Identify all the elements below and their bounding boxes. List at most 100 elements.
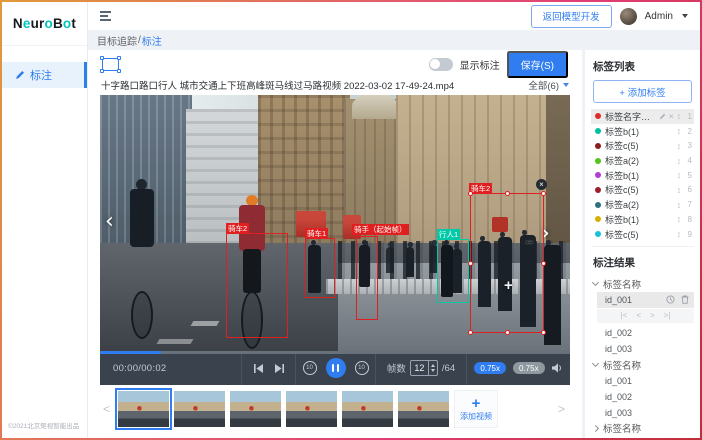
resize-handle[interactable] (468, 261, 473, 266)
tag-row[interactable]: 标签b(1) ↕ 2 (591, 124, 694, 139)
forward-10-icon[interactable]: 10 (355, 361, 369, 375)
speed-pill-secondary[interactable]: 0.75x (513, 362, 545, 374)
bbox-label[interactable]: 骑手（起始帧） (352, 224, 409, 235)
video-thumbnail[interactable] (118, 391, 169, 427)
sort-icon[interactable]: ↕ (677, 200, 681, 210)
bbox-tool-icon[interactable] (102, 58, 119, 71)
pause-button[interactable] (326, 358, 346, 378)
bbox-pedestrian1[interactable] (437, 239, 469, 303)
video-thumbnail[interactable] (230, 391, 281, 427)
pagination-prev-icon[interactable]: < (636, 311, 641, 320)
collapse-menu-icon[interactable] (100, 11, 111, 21)
tag-row[interactable]: 标签b(1) ↕ 8 (591, 212, 694, 227)
result-panel-title: 标注结果 (593, 255, 692, 270)
user-menu-caret-icon[interactable] (682, 14, 688, 18)
video-thumbnail[interactable] (398, 391, 449, 427)
bbox-rider-start[interactable] (356, 236, 378, 320)
frame-stepper[interactable] (428, 361, 437, 375)
tag-name: 标签c(5) (605, 228, 677, 241)
frame-number-value[interactable]: 12 (411, 363, 428, 373)
step-down-icon (431, 369, 435, 372)
bbox-bike2-selected[interactable] (470, 193, 544, 333)
tag-color-dot (595, 113, 601, 119)
sort-icon[interactable]: ↕ (677, 214, 681, 224)
delete-box-icon[interactable]: × (536, 179, 547, 190)
avatar[interactable] (620, 8, 637, 25)
prev-frame-icon[interactable] (253, 364, 263, 373)
video-title: 十字路口路口行人 城市交通上下班高峰斑马线过马路视频 2022-03-02 17… (101, 78, 454, 92)
result-item[interactable]: id_001 (597, 292, 694, 308)
result-item[interactable]: id_003 (591, 341, 694, 357)
add-tag-button[interactable]: + 添加标签 (593, 80, 692, 103)
chevron-right-icon (592, 425, 599, 432)
frame-pagination: |< < > >| (597, 309, 694, 323)
time-display: 00:00/00:02 (100, 351, 241, 385)
sort-icon[interactable]: ↕ (677, 170, 681, 180)
pagination-first-icon[interactable]: |< (621, 311, 628, 320)
tag-color-dot (595, 187, 601, 193)
speed-pill-active[interactable]: 0.75x (474, 362, 506, 374)
tag-order: 9 (683, 230, 692, 239)
result-group-header[interactable]: 标签名称 (591, 357, 694, 372)
delete-icon[interactable]: × (669, 111, 674, 121)
resize-handle[interactable] (505, 191, 510, 196)
result-item[interactable]: id_001 (591, 372, 694, 388)
sort-icon[interactable]: ↕ (677, 156, 681, 166)
sidebar-item-annotate[interactable]: 标注 (2, 62, 87, 88)
result-group-header[interactable]: 标签名称 (591, 276, 694, 291)
resize-handle[interactable] (505, 330, 510, 335)
show-annotation-toggle[interactable] (429, 58, 453, 71)
filter-dropdown[interactable]: 全部(6) (528, 78, 569, 92)
sort-icon[interactable]: ↕ (677, 185, 681, 195)
pagination-next-icon[interactable]: > (650, 311, 655, 320)
tag-row[interactable]: 标签c(5) ↕ 6 (591, 183, 694, 198)
sort-icon[interactable]: ↕ (677, 141, 681, 151)
trash-icon[interactable] (681, 295, 689, 304)
bbox-bike2[interactable] (226, 233, 288, 338)
edit-icon[interactable] (659, 113, 666, 120)
result-item-label: id_002 (605, 392, 632, 402)
pagination-last-icon[interactable]: >| (664, 311, 671, 320)
resize-handle[interactable] (468, 191, 473, 196)
username[interactable]: Admin (645, 11, 673, 22)
tag-row[interactable]: 标签c(5) ↕ 9 (591, 227, 694, 242)
filmstrip-next-icon[interactable]: > (555, 402, 568, 416)
tag-row[interactable]: 标签b(1) ↕ 5 (591, 168, 694, 183)
rewind-10-icon[interactable]: 10 (303, 361, 317, 375)
logo-letter: o (63, 16, 71, 31)
resize-handle[interactable] (468, 330, 473, 335)
filmstrip-prev-icon[interactable]: < (100, 402, 113, 416)
resize-handle[interactable] (541, 191, 546, 196)
add-video-button[interactable]: + 添加视频 (454, 390, 498, 428)
result-group-header[interactable]: 标签名称 (591, 421, 694, 436)
video-frame[interactable]: ‹ › 骑车2 骑车1 骑手（起始帧） 行人1 (100, 95, 570, 351)
video-thumbnail[interactable] (342, 391, 393, 427)
tag-row[interactable]: 标签a(2) ↕ 7 (591, 197, 694, 212)
result-item-label: id_003 (605, 344, 632, 354)
frame-number-input[interactable]: 12 (410, 360, 438, 376)
sidebar-item-label: 标注 (30, 67, 52, 83)
result-item[interactable]: id_003 (591, 405, 694, 421)
sort-icon[interactable]: ↕ (677, 111, 681, 121)
save-button[interactable]: 保存(S) (507, 51, 568, 78)
resize-handle[interactable] (541, 330, 546, 335)
video-thumbnail[interactable] (286, 391, 337, 427)
tag-row[interactable]: 标签c(5) ↕ 3 (591, 138, 694, 153)
volume-icon[interactable] (552, 363, 563, 373)
resize-handle[interactable] (541, 261, 546, 266)
bbox-bike1[interactable] (305, 238, 335, 298)
result-item[interactable]: id_002 (591, 325, 694, 341)
history-icon[interactable] (666, 295, 675, 304)
video-thumbnail[interactable] (174, 391, 225, 427)
prev-video-chevron-icon[interactable]: ‹ (105, 211, 114, 233)
sort-icon[interactable]: ↕ (677, 126, 681, 136)
next-frame-icon[interactable] (275, 364, 285, 373)
result-item-label: id_003 (605, 408, 632, 418)
breadcrumb-parent[interactable]: 目标追踪 (97, 33, 137, 48)
sort-icon[interactable]: ↕ (677, 229, 681, 239)
progress-bar[interactable] (100, 351, 570, 354)
back-to-model-dev-button[interactable]: 返回模型开发 (531, 5, 612, 28)
result-item[interactable]: id_002 (591, 389, 694, 405)
tag-row[interactable]: 标签名字最长数... × ↕ 1 (591, 109, 694, 124)
tag-row[interactable]: 标签a(2) ↕ 4 (591, 153, 694, 168)
